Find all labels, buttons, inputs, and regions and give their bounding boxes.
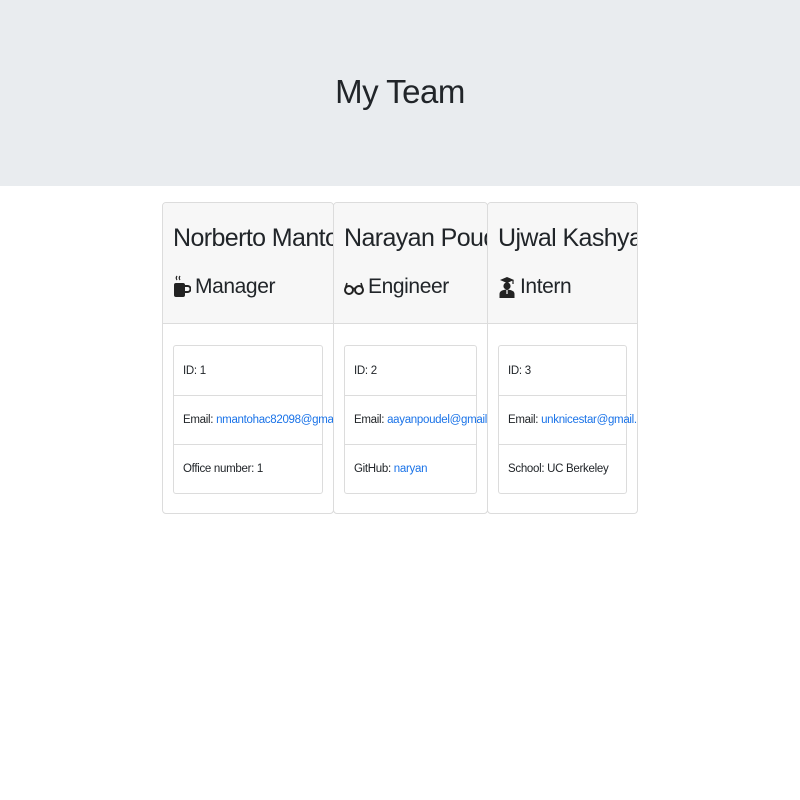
email-label: Email: xyxy=(354,414,385,426)
email-label: Email: xyxy=(508,414,539,426)
page-title: My Team xyxy=(335,73,465,110)
github-label: GitHub: xyxy=(354,463,391,475)
employee-details: ID: 3 Email: unknicestar@gmail.com Schoo… xyxy=(498,345,637,494)
role-label: Intern xyxy=(520,275,572,298)
employee-name: Norberto Mantohac xyxy=(173,224,333,252)
role-label: Manager xyxy=(195,275,276,298)
office-number: Office number: 1 xyxy=(174,444,322,493)
employee-id: ID: 1 xyxy=(183,364,206,377)
role-label: Engineer xyxy=(368,275,449,298)
employee-role: Intern xyxy=(498,271,572,303)
email-link[interactable]: unknicestar@gmail.com xyxy=(541,414,637,426)
employee-id: ID: 2 xyxy=(354,364,377,377)
header-banner: My Team xyxy=(0,0,800,186)
employee-details: ID: 1 Email: nmantohac82098@gmail.com Of… xyxy=(173,345,333,494)
card-header: Ujwal Kashyap Intern xyxy=(488,203,637,324)
employee-card-engineer: Narayan Poudel Engineer ID: 2 Email: aay… xyxy=(333,202,488,514)
school-row: School: UC Berkeley xyxy=(499,444,626,493)
employee-role: Engineer xyxy=(344,271,449,303)
employee-card-manager: Norberto Mantohac Manager ID: 1 Email: n… xyxy=(162,202,334,514)
employee-name: Narayan Poudel xyxy=(344,224,487,252)
email-link[interactable]: nmantohac82098@gmail.com xyxy=(216,414,333,426)
github-row: GitHub: naryan xyxy=(345,444,476,493)
employee-email-row: Email: nmantohac82098@gmail.com xyxy=(174,395,333,444)
employee-email-row: Email: unknicestar@gmail.com xyxy=(499,395,637,444)
github-link[interactable]: naryan xyxy=(394,463,428,475)
glasses-icon xyxy=(344,275,364,299)
employee-details: ID: 2 Email: aayanpoudel@gmail.com GitHu… xyxy=(344,345,487,494)
employee-role: Manager xyxy=(173,271,275,303)
employee-card-intern: Ujwal Kashyap Intern ID: 3 Email: unknic… xyxy=(487,202,638,514)
employee-email-row: Email: aayanpoudel@gmail.com xyxy=(345,395,487,444)
employee-name: Ujwal Kashyap xyxy=(498,224,637,252)
card-header: Norberto Mantohac Manager xyxy=(163,203,333,324)
mug-icon xyxy=(173,275,191,299)
card-header: Narayan Poudel Engineer xyxy=(334,203,487,324)
email-link[interactable]: aayanpoudel@gmail.com xyxy=(387,414,487,426)
graduate-icon xyxy=(498,275,516,299)
employee-id: ID: 3 xyxy=(508,364,531,377)
email-label: Email: xyxy=(183,414,214,426)
